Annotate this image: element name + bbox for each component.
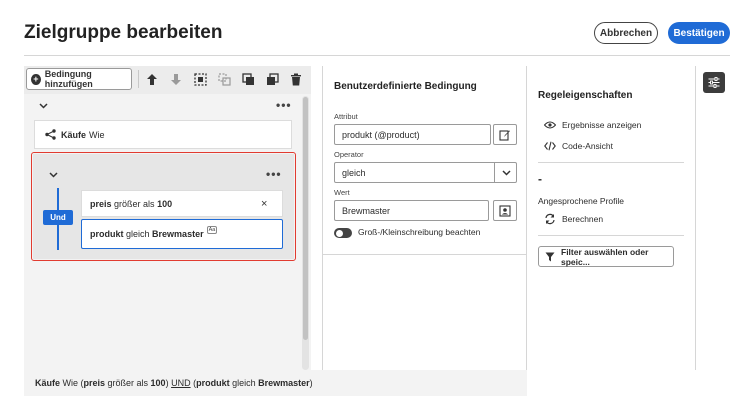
condition-price[interactable]: preis größer als 100: [81, 190, 283, 217]
chevron-down-icon[interactable]: [37, 100, 49, 112]
operator-select[interactable]: gleich: [334, 162, 517, 183]
toggle-knob: [335, 229, 343, 237]
group-icon[interactable]: [192, 71, 208, 87]
kaufe-suffix: Wie: [89, 129, 105, 140]
copy-icon[interactable]: [240, 71, 256, 87]
middle-panel-divider: [323, 254, 526, 255]
rule-summary: Käufe Wie (preis größer als 100) UND (pr…: [24, 370, 527, 396]
edit-attribute-button[interactable]: [493, 124, 517, 145]
case-sensitive-toggle[interactable]: [334, 228, 352, 238]
condition-product[interactable]: produkt gleich Brewmaster Aa: [81, 219, 283, 249]
cond2-operator: gleich: [126, 229, 150, 239]
select-divider: [494, 163, 495, 182]
calculate-link[interactable]: Berechnen: [544, 213, 603, 225]
duplicate-icon[interactable]: [264, 71, 280, 87]
case-sensitive-label: Groß-/Kleinschreibung beachten: [358, 227, 481, 237]
ungroup-icon[interactable]: [216, 71, 232, 87]
page-title: Zielgruppe bearbeiten: [24, 22, 223, 43]
value-picker-button[interactable]: [493, 200, 517, 221]
add-condition-label: Bedingung hinzufügen: [44, 69, 93, 89]
profiles-count: -: [538, 172, 542, 186]
properties-settings-button[interactable]: [703, 72, 725, 93]
cond2-attribute: produkt: [90, 229, 124, 239]
plus-circle-icon: +: [31, 73, 41, 85]
close-icon[interactable]: ×: [261, 198, 267, 210]
group-chevron-down-icon[interactable]: [47, 169, 59, 181]
summary-part: produkt: [196, 378, 230, 388]
summary-part: preis: [83, 378, 106, 388]
select-save-filter-button[interactable]: Filter auswählen oder speic...: [538, 246, 674, 267]
filter-button-label: Filter auswählen oder speic...: [561, 246, 649, 267]
and-operator-badge[interactable]: Und: [43, 210, 73, 225]
share-network-icon: [45, 129, 56, 140]
cond1-value: 100: [157, 198, 173, 209]
more-options-icon[interactable]: •••: [276, 98, 292, 112]
confirm-button[interactable]: Bestätigen: [668, 22, 730, 44]
profiles-label: Angesprochene Profile: [538, 196, 625, 206]
arrow-down-icon[interactable]: [168, 71, 184, 87]
group-more-options-icon[interactable]: •••: [266, 167, 282, 181]
value-label: Wert: [334, 188, 350, 197]
operator-label: Operator: [334, 150, 364, 159]
code-view-link[interactable]: Code-Ansicht: [544, 140, 613, 152]
summary-part: ): [309, 378, 313, 388]
show-results-label: Ergebnisse anzeigen: [562, 120, 642, 130]
cond1-attribute: preis: [90, 198, 112, 209]
eye-icon: [544, 119, 556, 131]
kaufe-name: Käufe: [61, 129, 87, 140]
operator-value: gleich: [342, 167, 366, 178]
refresh-icon: [544, 213, 556, 225]
rule-properties-title: Regeleigenschaften: [538, 90, 633, 101]
cond1-operator: größer als: [114, 198, 155, 209]
contact-card-icon: [499, 204, 511, 217]
cond2-value: Brewmaster: [152, 229, 204, 239]
right-panel-divider: [538, 235, 684, 236]
summary-part: gleich: [229, 378, 259, 388]
value-field[interactable]: Brewmaster: [334, 200, 489, 221]
code-icon: [544, 140, 556, 152]
code-view-label: Code-Ansicht: [562, 141, 614, 151]
summary-part: Brewmaster: [258, 378, 310, 388]
kaufe-condition-card[interactable]: Käufe Wie: [34, 120, 292, 149]
calculate-label: Berechnen: [562, 214, 604, 224]
edit-icon: [499, 129, 511, 141]
summary-part: Käufe: [35, 378, 61, 388]
header-divider: [24, 55, 730, 56]
sliders-icon: [708, 77, 720, 88]
show-results-link[interactable]: Ergebnisse anzeigen: [544, 119, 641, 131]
filter-icon: [545, 252, 555, 262]
arrow-up-icon[interactable]: [144, 71, 160, 87]
add-condition-button[interactable]: + Bedingung hinzufügen: [26, 68, 132, 90]
summary-part: größer als: [105, 378, 151, 388]
attribute-field[interactable]: produkt (@product): [334, 124, 491, 145]
chevron-down-icon[interactable]: [500, 167, 512, 179]
custom-condition-title: Benutzerdefinierte Bedingung: [334, 81, 477, 92]
cancel-button[interactable]: Abbrechen: [594, 22, 658, 44]
attribute-label: Attribut: [334, 112, 358, 121]
summary-part: Wie (: [60, 378, 84, 388]
toolbar-divider: [138, 70, 139, 88]
right-panel-divider: [538, 162, 684, 163]
case-sensitive-badge: Aa: [206, 226, 218, 234]
canvas-scrollbar-thumb[interactable]: [303, 97, 308, 340]
summary-part: UND: [171, 378, 191, 388]
trash-icon[interactable]: [288, 71, 304, 87]
summary-part: 100: [150, 378, 166, 388]
